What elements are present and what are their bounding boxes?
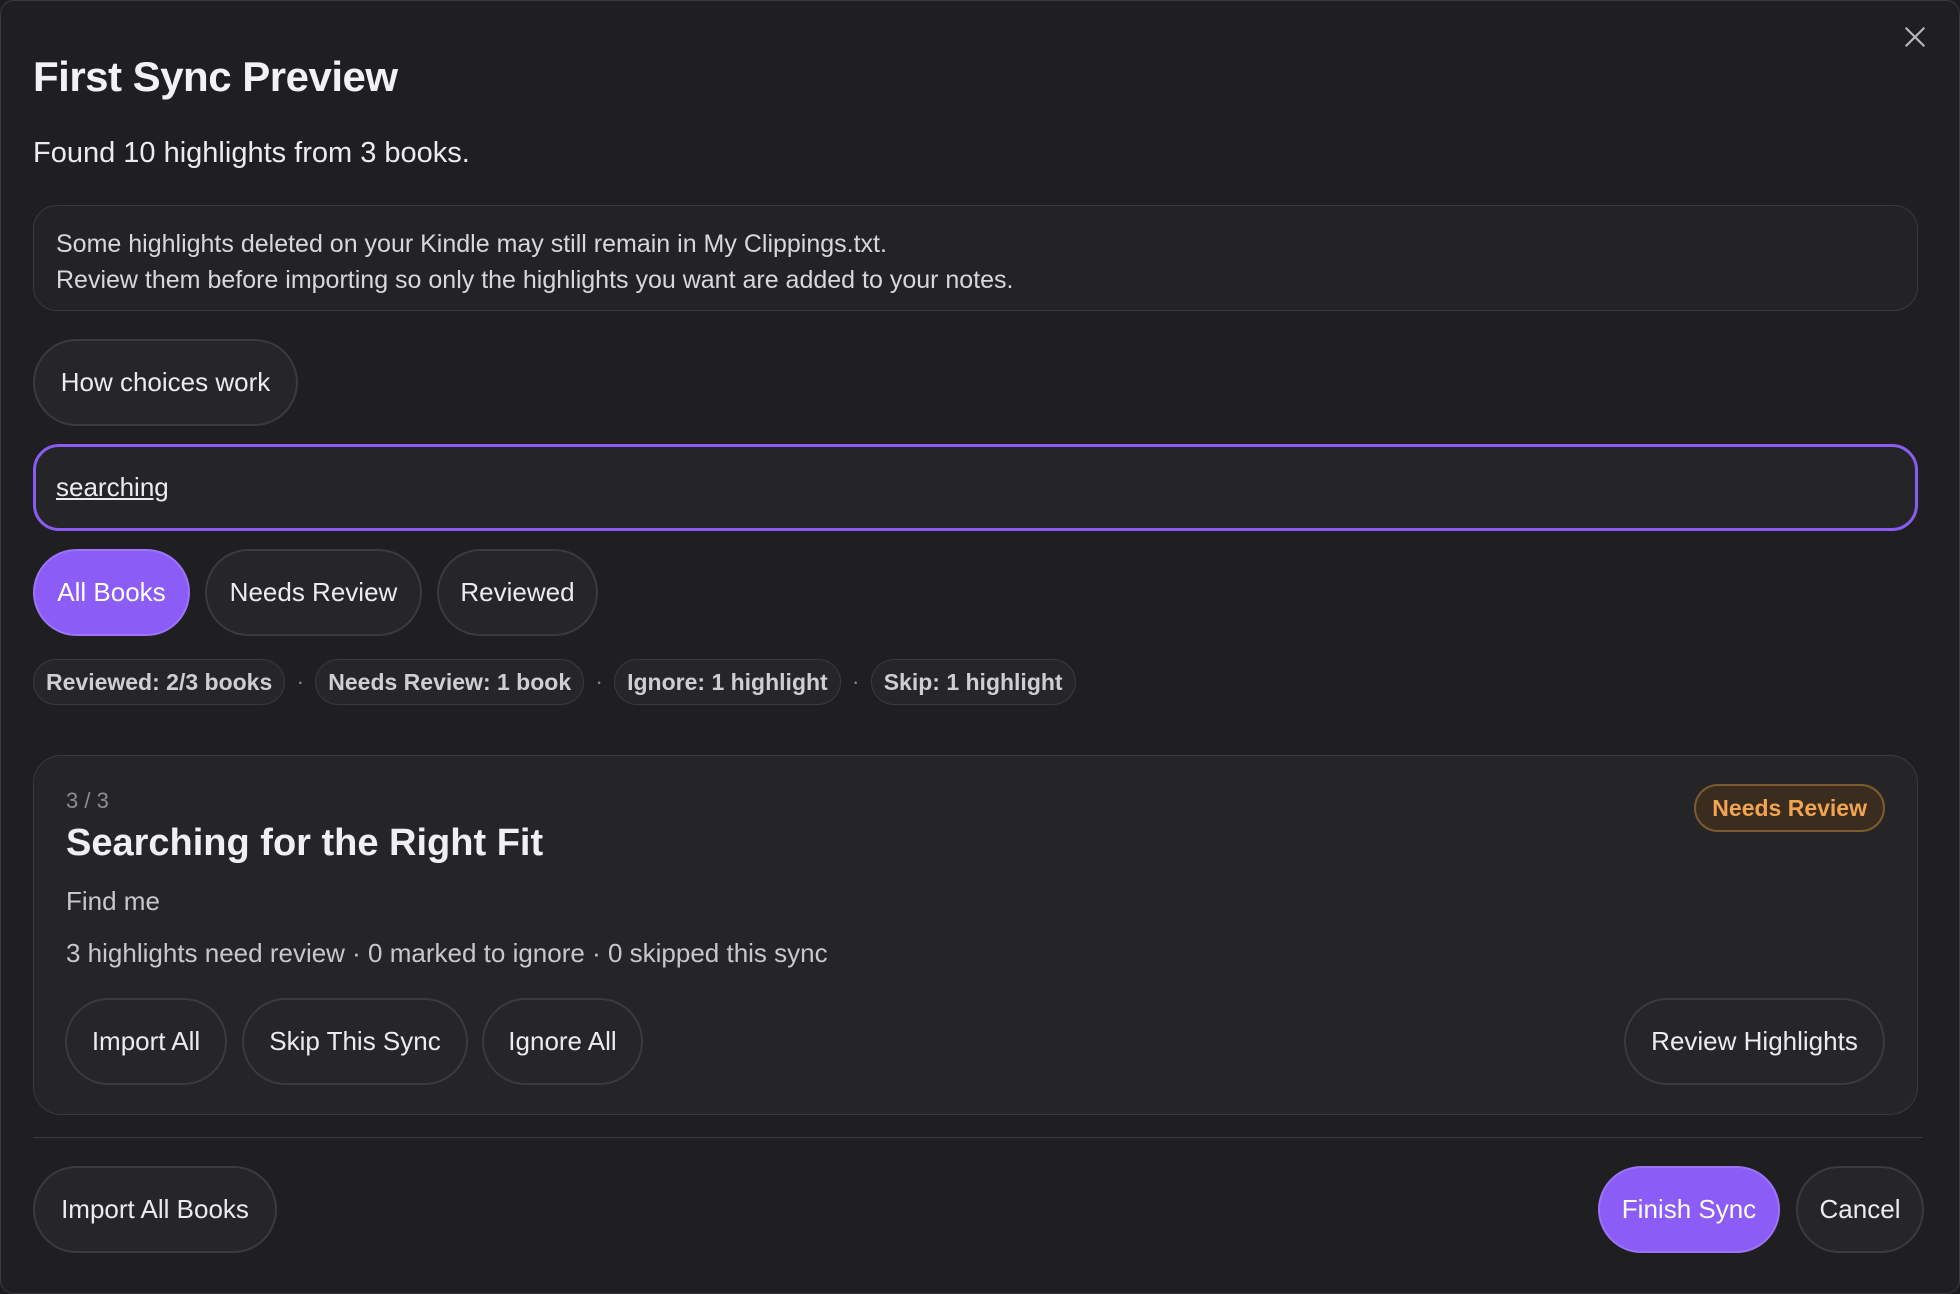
book-counter: 3 / 3 xyxy=(66,788,109,813)
status-badge: Needs Review xyxy=(1694,784,1885,832)
cancel-button[interactable]: Cancel xyxy=(1796,1166,1924,1253)
skip-this-sync-button[interactable]: Skip This Sync xyxy=(242,998,468,1085)
stat-ignore: Ignore: 1 highlight xyxy=(614,659,841,705)
stat-reviewed: Reviewed: 2/3 books xyxy=(33,659,286,705)
stat-needs-review: Needs Review: 1 book xyxy=(315,659,585,705)
book-title: Searching for the Right Fit xyxy=(66,822,544,864)
stat-separator: · xyxy=(296,669,304,694)
stats-row: Reviewed: 2/3 books · Needs Review: 1 bo… xyxy=(33,659,1076,705)
import-all-button[interactable]: Import All xyxy=(65,998,227,1085)
search-input[interactable] xyxy=(56,472,1895,503)
notice-line-2: Review them before importing so only the… xyxy=(56,266,1014,294)
stat-separator: · xyxy=(595,669,603,694)
book-author: Find me xyxy=(66,886,160,916)
close-button[interactable] xyxy=(1897,19,1933,55)
filter-all-books[interactable]: All Books xyxy=(33,549,190,636)
sync-summary: Found 10 highlights from 3 books. xyxy=(33,137,470,169)
stat-separator: · xyxy=(852,669,860,694)
filter-reviewed[interactable]: Reviewed xyxy=(437,549,598,636)
review-highlights-button[interactable]: Review Highlights xyxy=(1624,998,1885,1085)
sync-preview-dialog: First Sync Preview Found 10 highlights f… xyxy=(0,0,1960,1294)
finish-sync-button[interactable]: Finish Sync xyxy=(1598,1166,1780,1253)
stat-skip: Skip: 1 highlight xyxy=(870,659,1076,705)
dialog-title: First Sync Preview xyxy=(33,53,398,100)
notice-box: Some highlights deleted on your Kindle m… xyxy=(33,205,1918,311)
search-field[interactable] xyxy=(33,444,1918,531)
footer-divider xyxy=(33,1137,1923,1138)
import-all-books-button[interactable]: Import All Books xyxy=(33,1166,277,1253)
notice-line-1: Some highlights deleted on your Kindle m… xyxy=(56,230,887,258)
filter-needs-review[interactable]: Needs Review xyxy=(205,549,422,636)
book-highlight-stats: 3 highlights need review · 0 marked to i… xyxy=(66,938,828,968)
close-icon xyxy=(1905,27,1925,47)
book-card: 3 / 3 Searching for the Right Fit Find m… xyxy=(33,755,1918,1115)
how-choices-work-button[interactable]: How choices work xyxy=(33,339,298,426)
ignore-all-button[interactable]: Ignore All xyxy=(482,998,643,1085)
